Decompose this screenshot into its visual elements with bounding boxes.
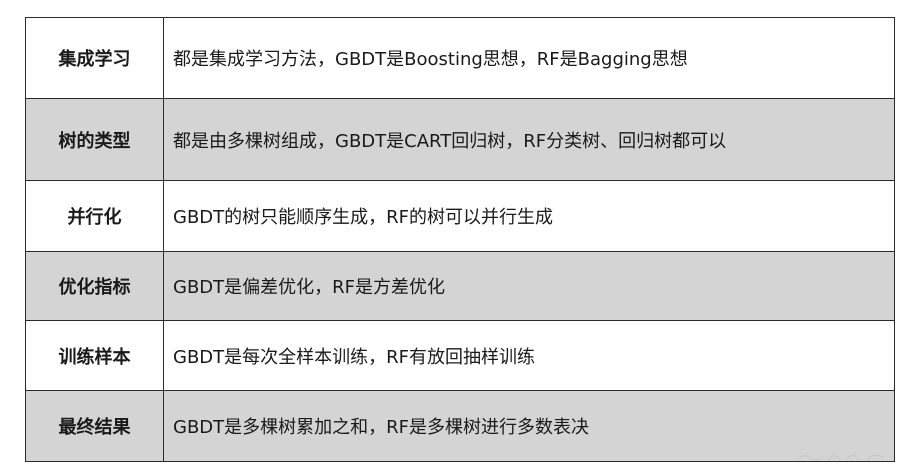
row-label: 优化指标 bbox=[25, 251, 164, 321]
row-description: 都是集成学习方法，GBDT是Boosting思想，RF是Bagging思想 bbox=[163, 17, 895, 99]
table-row: 并行化 GBDT的树只能顺序生成，RF的树可以并行生成 bbox=[25, 180, 895, 252]
row-description: GBDT是偏差优化，RF是方差优化 bbox=[163, 251, 895, 321]
row-description: GBDT的树只能顺序生成，RF的树可以并行生成 bbox=[163, 180, 895, 252]
row-label: 训练样本 bbox=[25, 320, 164, 391]
row-label: 最终结果 bbox=[25, 390, 164, 462]
table-row: 集成学习 都是集成学习方法，GBDT是Boosting思想，RF是Bagging… bbox=[25, 17, 895, 99]
gbdt-rf-comparison-table: 集成学习 都是集成学习方法，GBDT是Boosting思想，RF是Bagging… bbox=[25, 17, 895, 462]
row-label: 集成学习 bbox=[25, 17, 164, 99]
row-label: 并行化 bbox=[25, 180, 164, 252]
table-row: 树的类型 都是由多棵树组成，GBDT是CART回归树，RF分类树、回归树都可以 bbox=[25, 98, 895, 181]
table-row: 训练样本 GBDT是每次全样本训练，RF有放回抽样训练 bbox=[25, 320, 895, 391]
row-description: GBDT是多棵树累加之和，RF是多棵树进行多数表决 bbox=[163, 390, 895, 462]
row-label: 树的类型 bbox=[25, 98, 164, 181]
row-description: 都是由多棵树组成，GBDT是CART回归树，RF分类树、回归树都可以 bbox=[163, 98, 895, 181]
comparison-table-container: 集成学习 都是集成学习方法，GBDT是Boosting思想，RF是Bagging… bbox=[25, 17, 895, 462]
watermark-scribble bbox=[797, 454, 885, 462]
table-row: 优化指标 GBDT是偏差优化，RF是方差优化 bbox=[25, 251, 895, 321]
table-row: 最终结果 GBDT是多棵树累加之和，RF是多棵树进行多数表决 bbox=[25, 390, 895, 462]
row-description: GBDT是每次全样本训练，RF有放回抽样训练 bbox=[163, 320, 895, 391]
